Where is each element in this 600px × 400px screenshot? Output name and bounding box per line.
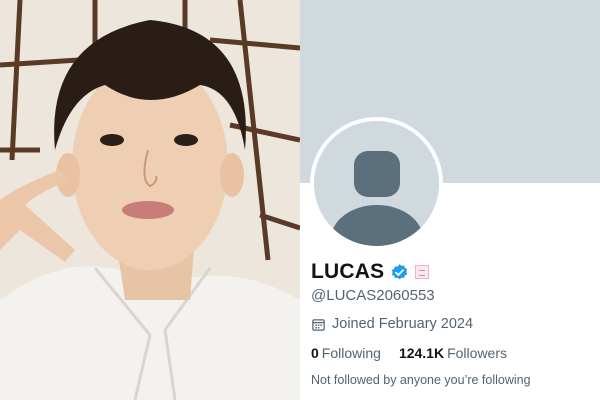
followers-label: Followers	[447, 345, 507, 361]
name-row: LUCAS	[311, 260, 430, 284]
default-avatar-icon[interactable]	[314, 121, 439, 246]
calendar-icon	[312, 318, 325, 331]
user-handle: @LUCAS2060553	[311, 287, 435, 304]
following-label: Following	[321, 345, 381, 361]
follow-stats: 0 Following 124.1K Followers	[311, 345, 507, 361]
followed-by-note: Not followed by anyone you’re following	[311, 373, 531, 387]
following-count: 0	[311, 345, 319, 361]
followers-count: 124.1K	[398, 345, 445, 361]
display-name: LUCAS	[311, 260, 385, 283]
profile-photo	[0, 0, 300, 400]
emoji-badge-icon	[415, 265, 430, 279]
avatar-ring	[310, 117, 443, 250]
profile-card: LUCAS @LUCAS2060553 Joined February 2024…	[300, 0, 600, 400]
photo-illustration	[0, 0, 300, 400]
joined-date: Joined February 2024	[311, 316, 473, 332]
joined-text: Joined February 2024	[332, 316, 474, 332]
verified-badge-icon[interactable]	[390, 263, 409, 282]
following-link[interactable]: 0 Following	[311, 345, 381, 361]
followers-link[interactable]: 124.1K Followers	[399, 345, 507, 361]
